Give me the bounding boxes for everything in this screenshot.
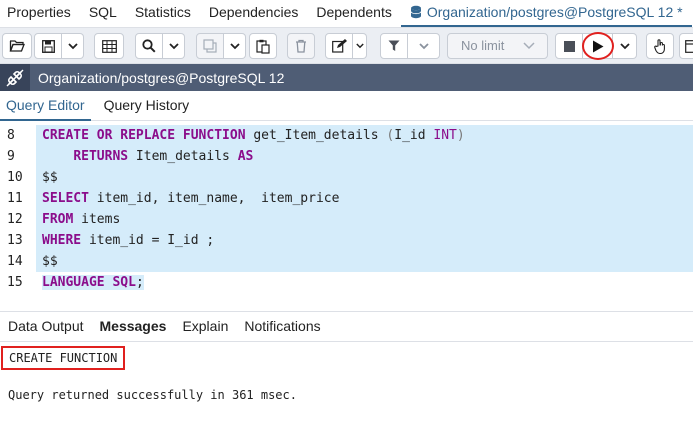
search-icon	[142, 39, 156, 53]
connection-icon[interactable]	[0, 64, 30, 91]
editor-line[interactable]: 9 RETURNS Item_details AS	[0, 146, 693, 167]
stop-icon	[563, 40, 575, 52]
stop-button[interactable]	[555, 33, 583, 59]
line-number: 10	[0, 167, 36, 188]
hand-pointer-icon	[654, 38, 665, 54]
chevron-down-icon	[619, 42, 630, 49]
line-number: 11	[0, 188, 36, 209]
editor-tab-strip: Query Editor Query History	[0, 91, 693, 121]
tab-data-output[interactable]: Data Output	[0, 312, 92, 341]
filter-icon	[388, 40, 400, 51]
editor-line[interactable]: 12 FROM items	[0, 209, 693, 230]
save-button[interactable]	[34, 33, 62, 59]
editor-line[interactable]: 15 LANGUAGE SQL;	[0, 272, 693, 293]
code-text: $$	[36, 251, 693, 272]
chevron-down-icon	[229, 42, 240, 49]
row-limit-select[interactable]: No limit	[447, 33, 548, 59]
edit-dropdown-button[interactable]	[353, 33, 367, 59]
tab-dependencies[interactable]: Dependencies	[200, 0, 308, 27]
code-text: LANGUAGE SQL;	[42, 275, 144, 290]
line-number: 13	[0, 230, 36, 251]
copy-button[interactable]	[196, 33, 224, 59]
grid-view-button[interactable]	[94, 33, 124, 59]
find-button[interactable]	[135, 33, 163, 59]
explain-button[interactable]	[679, 33, 693, 59]
code-text: $$	[36, 167, 693, 188]
message-query-status: Query returned successfully in 361 msec.	[8, 388, 297, 402]
line-number: 14	[0, 251, 36, 272]
chevron-down-icon	[355, 43, 364, 49]
chevron-down-icon	[168, 42, 179, 49]
open-file-button[interactable]	[2, 33, 32, 59]
tab-dependents[interactable]: Dependents	[307, 0, 401, 27]
tab-query-history[interactable]: Query History	[98, 91, 196, 121]
line-number: 8	[0, 125, 36, 146]
query-toolbar: No limit	[0, 28, 693, 64]
panel-tab-strip: Properties SQL Statistics Dependencies D…	[0, 0, 693, 28]
editor-line[interactable]: 13 WHERE item_id = I_id ;	[0, 230, 693, 251]
code-text: CREATE OR REPLACE FUNCTION get_Item_deta…	[36, 125, 693, 146]
paste-button[interactable]	[249, 33, 277, 59]
edit-button[interactable]	[325, 33, 353, 59]
code-text: WHERE item_id = I_id ;	[36, 230, 693, 251]
tab-properties[interactable]: Properties	[0, 0, 80, 27]
save-icon	[41, 39, 55, 53]
editor-line[interactable]: 14 $$	[0, 251, 693, 272]
output-tab-strip: Data Output Messages Explain Notificatio…	[0, 311, 693, 342]
sql-editor[interactable]: 8 CREATE OR REPLACE FUNCTION get_Item_det…	[0, 121, 693, 311]
chevron-down-icon	[418, 42, 429, 49]
tab-query-tool-label: Organization/postgres@PostgreSQL 12 *	[426, 4, 683, 20]
database-icon	[410, 5, 422, 19]
message-create-function: CREATE FUNCTION	[1, 346, 126, 370]
paste-icon	[256, 39, 270, 54]
editor-line[interactable]: 8 CREATE OR REPLACE FUNCTION get_Item_det…	[0, 125, 693, 146]
row-limit-value: No limit	[461, 38, 505, 53]
chevron-down-icon	[523, 34, 535, 66]
delete-button[interactable]	[287, 33, 315, 59]
line-number: 15	[0, 272, 36, 293]
copy-dropdown-button[interactable]	[224, 33, 246, 59]
editor-line[interactable]: 11 SELECT item_id, item_name, item_price	[0, 188, 693, 209]
code-text: SELECT item_id, item_name, item_price	[36, 188, 693, 209]
code-text: RETURNS Item_details AS	[36, 146, 693, 167]
edit-icon	[331, 39, 347, 53]
folder-open-icon	[9, 40, 25, 52]
line-number: 9	[0, 146, 36, 167]
play-icon	[592, 40, 603, 52]
tab-query-tool[interactable]: Organization/postgres@PostgreSQL 12 *	[400, 0, 692, 27]
connection-bar: Organization/postgres@PostgreSQL 12	[0, 64, 693, 91]
tab-sql[interactable]: SQL	[80, 0, 126, 27]
execute-dropdown-button[interactable]	[613, 33, 637, 59]
tab-query-editor[interactable]: Query Editor	[0, 91, 91, 121]
grid-icon	[101, 39, 117, 53]
filter-dropdown-button[interactable]	[408, 33, 440, 59]
document-icon	[685, 39, 693, 53]
tab-messages[interactable]: Messages	[92, 312, 175, 341]
filter-button[interactable]	[380, 33, 408, 59]
tab-statistics[interactable]: Statistics	[126, 0, 200, 27]
connection-label: Organization/postgres@PostgreSQL 12	[38, 69, 285, 86]
execute-button[interactable]	[583, 33, 613, 59]
tab-notifications[interactable]: Notifications	[236, 312, 328, 341]
trash-icon	[296, 39, 306, 53]
save-dropdown-button[interactable]	[62, 33, 84, 59]
chevron-down-icon	[67, 42, 78, 49]
copy-icon	[203, 39, 217, 53]
editor-line[interactable]: 10 $$	[0, 167, 693, 188]
tab-explain[interactable]: Explain	[174, 312, 236, 341]
code-text: FROM items	[36, 209, 693, 230]
find-dropdown-button[interactable]	[163, 33, 185, 59]
messages-panel: CREATE FUNCTION Query returned successfu…	[0, 342, 693, 426]
line-number: 12	[0, 209, 36, 230]
commit-button[interactable]	[646, 33, 674, 59]
